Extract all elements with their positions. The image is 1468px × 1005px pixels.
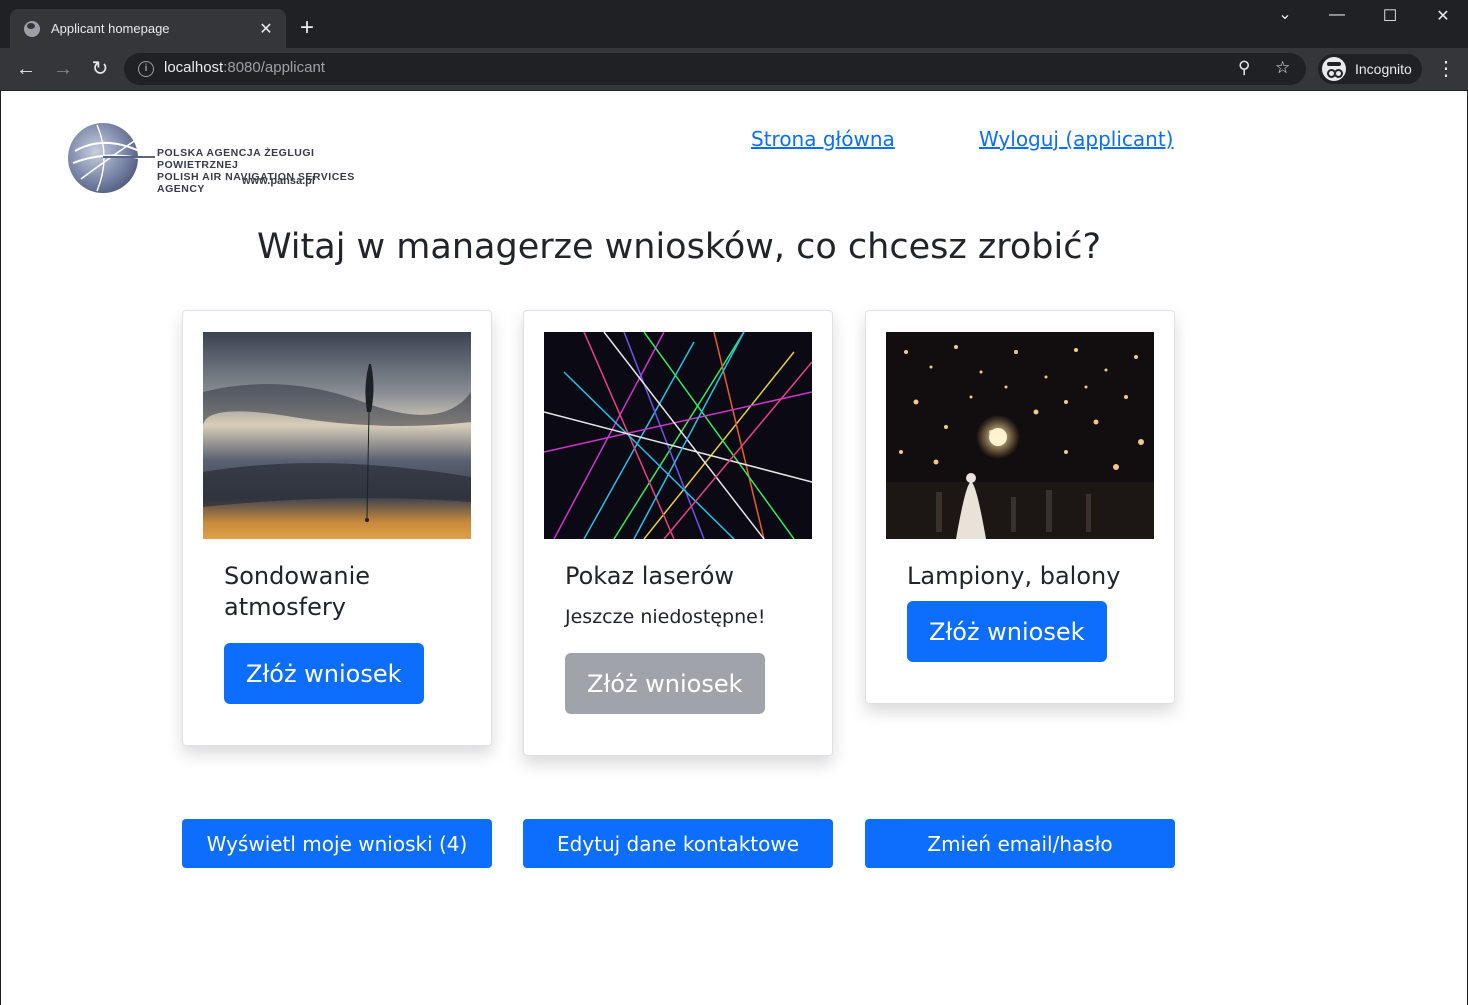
bookmark-star-icon[interactable]: ☆ [1275,58,1290,78]
maximize-icon[interactable]: ☐ [1378,6,1402,26]
sky-lanterns-image [886,332,1154,539]
logo-line-pl: POLSKA AGENCJA ŻEGLUGI POWIETRZNEJ [157,147,315,171]
submit-request-button[interactable]: Złóż wniosek [907,601,1107,662]
card-title: Lampiony, balony [907,562,1121,590]
browser-titlebar: Applicant homepage ✕ + ⌄ — ☐ ✕ [0,0,1468,48]
logo-website: www.pansa.pl [242,175,315,187]
page-content: POLSKA AGENCJA ŻEGLUGI POWIETRZNEJ POLIS… [1,91,1467,1005]
card-laser-show: Pokaz laserów Jeszcze niedostępne! Złóż … [523,310,833,756]
logo-text: POLSKA AGENCJA ŻEGLUGI POWIETRZNEJ POLIS… [157,147,397,195]
card-title: Pokaz laserów [565,562,735,590]
card-title: Sondowanie atmosfery [224,562,371,621]
incognito-icon [1322,57,1346,81]
submit-request-button-disabled[interactable]: Złóż wniosek [565,653,765,714]
browser-tab[interactable]: Applicant homepage ✕ [10,9,286,48]
browser-menu-icon[interactable]: ⋮ [1436,56,1456,81]
change-email-password-button[interactable]: Zmień email/hasło [865,819,1175,868]
pansa-emblem-icon [68,123,155,193]
globe-icon [24,20,40,37]
site-info-icon[interactable]: i [138,61,154,77]
close-window-icon[interactable]: ✕ [1431,6,1455,26]
url-path: :8080/applicant [223,59,325,76]
close-tab-icon[interactable]: ✕ [256,19,276,39]
incognito-label: Incognito [1355,61,1412,77]
card-lanterns-balloons: Lampiony, balony Złóż wniosek [865,310,1175,704]
browser-toolbar: ← → ↻ i localhost:8080/applicant ⚲ ☆ Inc… [0,48,1468,90]
home-link[interactable]: Strona główna [751,127,895,151]
unavailable-note: Jeszcze niedostępne! [565,606,766,628]
url-text[interactable]: localhost:8080/applicant [164,59,325,76]
forward-icon[interactable]: → [50,56,76,82]
page-title: Witaj w managerze wniosków, co chcesz zr… [256,227,1102,267]
url-host: localhost [164,59,224,76]
edit-contact-details-button[interactable]: Edytuj dane kontaktowe [523,819,833,868]
back-icon[interactable]: ← [13,56,39,82]
pansa-logo: POLSKA AGENCJA ŻEGLUGI POWIETRZNEJ POLIS… [67,121,397,195]
tab-title: Applicant homepage [51,21,170,36]
address-bar[interactable]: i localhost:8080/applicant ⚲ ☆ [124,53,1306,85]
weather-balloon-image [203,332,471,539]
tab-search-icon[interactable]: ⌄ [1273,4,1297,24]
card-atmospheric-sounding: Sondowanie atmosfery Złóż wniosek [182,310,492,746]
new-tab-icon[interactable]: + [300,15,314,41]
reload-icon[interactable]: ↻ [87,56,113,82]
submit-request-button[interactable]: Złóż wniosek [224,643,424,704]
logout-link[interactable]: Wyloguj (applicant) [979,127,1173,151]
incognito-badge[interactable]: Incognito [1318,54,1422,84]
view-my-requests-button[interactable]: Wyświetl moje wnioski (4) [182,819,492,868]
minimize-icon[interactable]: — [1325,6,1349,24]
laser-show-image [544,332,812,539]
zoom-icon[interactable]: ⚲ [1238,58,1250,78]
